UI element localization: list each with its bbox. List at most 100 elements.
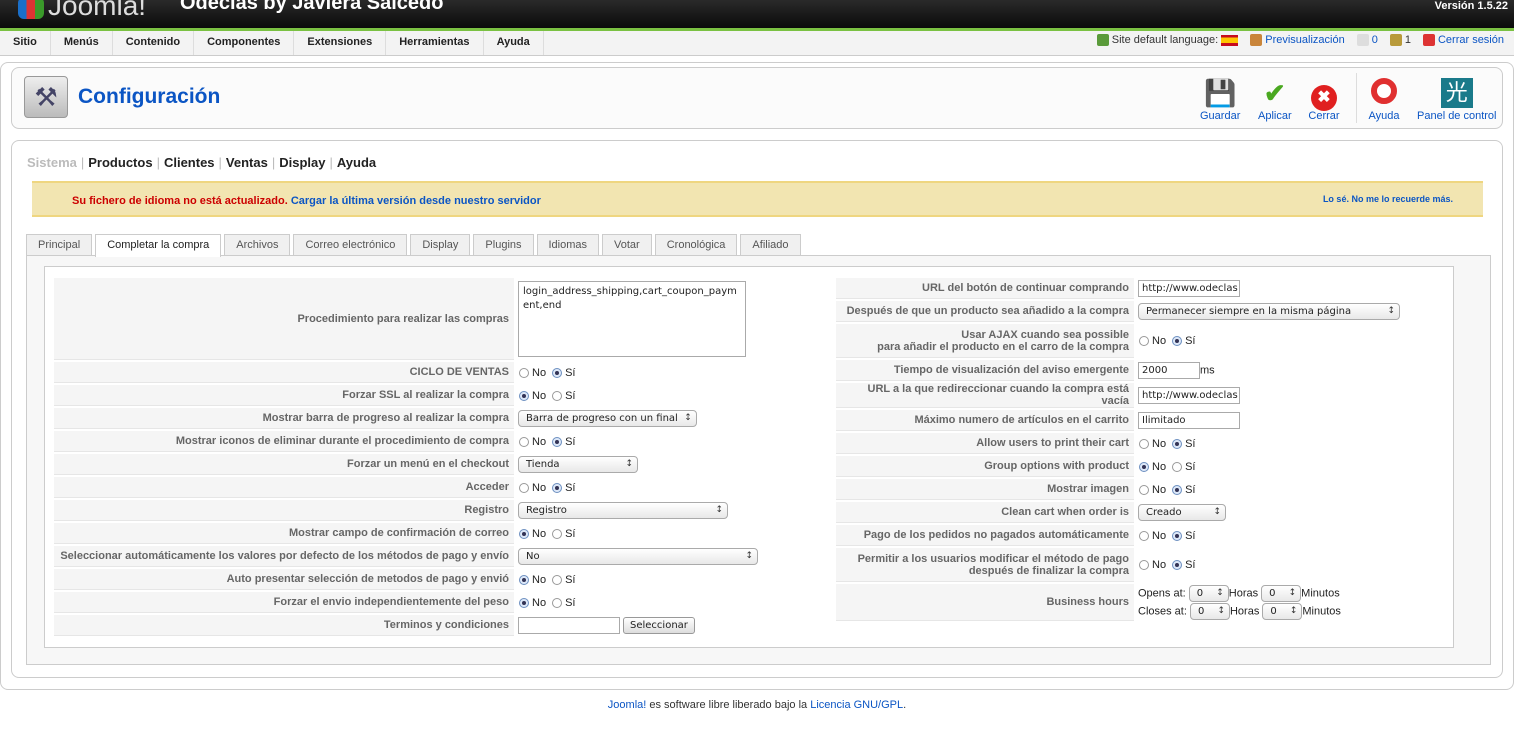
tab-5[interactable]: Plugins (473, 234, 534, 256)
radio-yes[interactable] (1172, 530, 1183, 541)
tab-3[interactable]: Correo electrónico (293, 234, 408, 256)
help-button[interactable]: Ayuda (1368, 78, 1400, 122)
radio-yes[interactable] (1172, 336, 1183, 347)
tab-0[interactable]: Principal (26, 234, 93, 256)
radio-label-yes: Sí (565, 481, 576, 494)
radio-no[interactable] (1139, 484, 1149, 495)
radio-no[interactable] (1139, 461, 1149, 472)
preview-label: Previsualización (1265, 34, 1345, 46)
hours-select[interactable]: 0 (1189, 603, 1230, 620)
setting-input[interactable]: 2000 (1138, 362, 1200, 379)
menu-item-extensiones[interactable]: Extensiones (294, 31, 387, 55)
setting-select[interactable]: Registro (518, 502, 728, 519)
setting-row: Permitir a los usuarios modificar el mét… (836, 548, 1434, 582)
radio-no[interactable] (1139, 560, 1149, 571)
setting-row: Pago de los pedidos no pagados automátic… (836, 525, 1434, 546)
radio-no[interactable] (1139, 438, 1149, 449)
subnav-sistema[interactable]: Sistema (27, 155, 77, 170)
license-link[interactable]: Licencia GNU/GPL (810, 699, 903, 711)
radio-yes[interactable] (552, 528, 563, 539)
footer-end: . (903, 699, 907, 711)
menu-item-sitio[interactable]: Sitio (0, 31, 51, 55)
minutes-select[interactable]: 0 (1262, 603, 1303, 620)
close-button[interactable]: ✖ Cerrar (1308, 78, 1340, 122)
setting-row: Clean cart when order is Creado (836, 502, 1434, 523)
subnav-productos[interactable]: Productos (88, 155, 152, 170)
subnav-separator: | (329, 155, 333, 170)
setting-row: Acceder No Sí (54, 477, 834, 498)
radio-yes[interactable] (1172, 461, 1183, 472)
setting-input[interactable]: http://www.odeclas (1138, 280, 1240, 297)
menu-item-componentes[interactable]: Componentes (194, 31, 295, 55)
tab-7[interactable]: Votar (602, 234, 652, 256)
setting-select[interactable]: Barra de progreso con un final (518, 410, 697, 427)
minutes-select[interactable]: 0 (1261, 585, 1302, 602)
radio-no[interactable] (519, 482, 529, 493)
messages-value: 0 (1371, 34, 1378, 46)
radio-yes[interactable] (552, 482, 563, 493)
save-button[interactable]: 💾 Guardar (1200, 78, 1240, 122)
setting-value: No Sí (514, 569, 834, 590)
control-panel-button[interactable]: 光 Panel de control (1417, 78, 1497, 122)
tab-2[interactable]: Archivos (224, 234, 291, 256)
radio-label-no: No (1152, 437, 1167, 450)
setting-select[interactable]: No (518, 548, 758, 565)
radio-no[interactable] (519, 390, 529, 401)
radio-yes[interactable] (552, 597, 563, 608)
radio-yes[interactable] (552, 390, 563, 401)
download-language-link[interactable]: Cargar la última versión desde nuestro s… (291, 195, 541, 207)
tab-9[interactable]: Afiliado (740, 234, 801, 256)
setting-select[interactable]: Permanecer siempre en la misma página (1138, 303, 1400, 320)
radio-yes[interactable] (1172, 438, 1183, 449)
radio-yes[interactable] (552, 574, 563, 585)
radio-yes[interactable] (552, 436, 563, 447)
hours-select[interactable]: 0 (1188, 585, 1229, 602)
setting-value: No Sí (514, 477, 834, 498)
menu-item-contenido[interactable]: Contenido (113, 31, 195, 55)
menu-item-ayuda[interactable]: Ayuda (484, 31, 544, 55)
radio-no[interactable] (519, 528, 529, 539)
setting-input[interactable]: http://www.odeclas (1138, 387, 1240, 404)
preview-link[interactable]: Previsualización (1250, 34, 1345, 47)
setting-row: URL a la que redireccionar cuando la com… (836, 383, 1434, 408)
dismiss-notice-link[interactable]: Lo sé. No me lo recuerde más. (1323, 194, 1453, 204)
setting-value: No Sí (514, 385, 834, 406)
radio-label-no: No (532, 481, 547, 494)
radio-no[interactable] (519, 367, 529, 378)
tab-1[interactable]: Completar la compra (95, 234, 222, 257)
tab-8[interactable]: Cronológica (654, 234, 738, 256)
subnav-ventas[interactable]: Ventas (226, 155, 268, 170)
tab-6[interactable]: Idiomas (536, 234, 600, 256)
menu-item-herramientas[interactable]: Herramientas (386, 31, 484, 55)
apply-button[interactable]: ✔ Aplicar (1258, 78, 1292, 122)
menu-item-menús[interactable]: Menús (51, 31, 113, 55)
radio-no[interactable] (519, 597, 529, 608)
setting-label: Tiempo de visualización del aviso emerge… (836, 360, 1134, 381)
joomla-link[interactable]: Joomla! (608, 699, 647, 711)
radio-yes[interactable] (1172, 560, 1183, 571)
subnav-display[interactable]: Display (279, 155, 325, 170)
radio-no[interactable] (519, 436, 529, 447)
subnav-clientes[interactable]: Clientes (164, 155, 215, 170)
users-value: 1 (1404, 34, 1411, 46)
select-button[interactable]: Seleccionar (623, 617, 695, 634)
setting-input[interactable]: Ilimitado (1138, 412, 1240, 429)
checkout-steps-textarea[interactable]: login_address_shipping,cart_coupon_payme… (518, 281, 746, 357)
radio-no[interactable] (1139, 530, 1149, 541)
radio-yes[interactable] (1172, 484, 1183, 495)
setting-select[interactable]: Creado (1138, 504, 1226, 521)
messages-count[interactable]: 0 (1356, 34, 1378, 47)
setting-select[interactable]: Tienda (518, 456, 638, 473)
minutes-unit: Minutos (1302, 605, 1341, 618)
radio-yes[interactable] (552, 367, 563, 378)
logout-link[interactable]: Cerrar sesión (1422, 34, 1504, 47)
setting-label-line: Después de que un producto sea añadido a… (846, 305, 1129, 317)
radio-label-no: No (532, 573, 547, 586)
radio-no[interactable] (1139, 336, 1149, 347)
language-icon (1096, 34, 1109, 47)
terms-input[interactable] (518, 617, 620, 634)
radio-no[interactable] (519, 574, 529, 585)
subnav-ayuda[interactable]: Ayuda (337, 155, 376, 170)
tab-4[interactable]: Display (410, 234, 471, 256)
setting-label-line: Auto presentar selección de metodos de p… (226, 573, 509, 585)
